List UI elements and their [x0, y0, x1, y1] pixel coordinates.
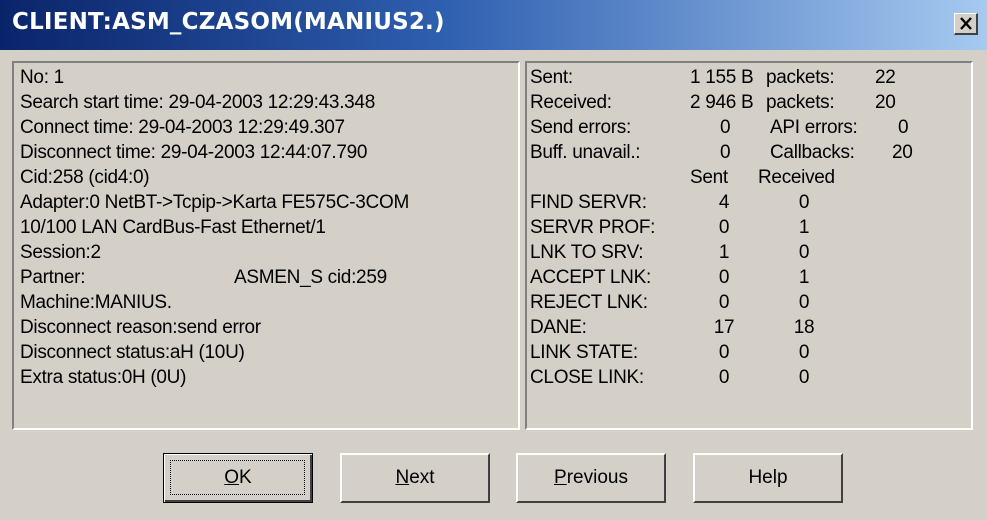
info-search-start-time: Search start time: 29-04-2003 12:29:43.3…: [20, 92, 375, 113]
stat-buff-unavail-label: Buff. unavail.:: [530, 142, 641, 163]
stat-received-label: Received:: [530, 92, 612, 113]
row-sent: 17: [713, 317, 735, 338]
info-extra-status: Extra status:0H (0U): [20, 367, 187, 388]
row-sent: 1: [718, 242, 730, 263]
next-button-label: Next: [395, 467, 435, 488]
window-title: CLIENT:ASM_CZASOM(MANIUS2.): [12, 9, 445, 35]
column-header-sent: Sent: [690, 167, 728, 188]
row-label: ACCEPT LNK:: [530, 267, 651, 288]
info-connect-time: Connect time: 29-04-2003 12:29:49.307: [20, 117, 345, 138]
info-partner-value: ASMEN_S cid:259: [234, 267, 387, 288]
row-label: REJECT LNK:: [530, 292, 648, 313]
info-disconnect-status: Disconnect status:aH (10U): [20, 342, 245, 363]
info-disconnect-reason: Disconnect reason:send error: [20, 317, 261, 338]
close-button[interactable]: [954, 13, 978, 35]
next-button[interactable]: Next: [340, 453, 490, 503]
info-session: Session:2: [20, 242, 101, 263]
row-received: 1: [798, 267, 810, 288]
stat-received-packets: 20: [875, 92, 896, 113]
row-sent: 4: [718, 192, 730, 213]
info-partner-label: Partner:: [20, 267, 86, 288]
info-adapter-cont: 10/100 LAN CardBus-Fast Ethernet/1: [20, 217, 326, 238]
info-disconnect-time: Disconnect time: 29-04-2003 12:44:07.790: [20, 142, 368, 163]
row-label: SERVR PROF:: [530, 217, 656, 238]
row-received: 1: [798, 217, 810, 238]
row-received: 0: [798, 342, 810, 363]
row-sent: 0: [718, 292, 730, 313]
stat-sent-packets: 22: [875, 67, 896, 88]
help-button-label: Help: [748, 467, 788, 488]
row-label: FIND SERVR:: [530, 192, 647, 213]
stat-sent-label: Sent:: [530, 67, 573, 88]
row-received: 18: [793, 317, 815, 338]
stat-sent-value: 1 155 B: [690, 67, 754, 88]
info-cid: Cid:258 (cid4:0): [20, 167, 150, 188]
connection-info-panel: No: 1 Search start time: 29-04-2003 12:2…: [12, 61, 520, 430]
stat-send-errors-label: Send errors:: [530, 117, 631, 138]
row-sent: 0: [718, 267, 730, 288]
row-sent: 0: [718, 342, 730, 363]
info-no: No: 1: [20, 67, 64, 88]
row-received: 0: [798, 242, 810, 263]
previous-button-label: Previous: [554, 467, 628, 488]
row-sent: 0: [718, 217, 730, 238]
ok-button[interactable]: OK: [163, 453, 313, 503]
title-bar[interactable]: CLIENT:ASM_CZASOM(MANIUS2.): [0, 0, 987, 50]
row-received: 0: [798, 192, 810, 213]
row-label: LNK TO SRV:: [530, 242, 644, 263]
stat-send-errors: 0: [720, 117, 731, 138]
row-label: DANE:: [530, 317, 587, 338]
info-machine: Machine:MANIUS.: [20, 292, 172, 313]
column-header-received: Received: [758, 167, 835, 188]
focus-ring: [170, 460, 305, 495]
row-label: LINK STATE:: [530, 342, 638, 363]
row-label: CLOSE LINK:: [530, 367, 644, 388]
stat-api-errors: 0: [898, 117, 909, 138]
row-received: 0: [798, 292, 810, 313]
help-button[interactable]: Help: [693, 453, 843, 503]
stat-buff-unavail: 0: [720, 142, 731, 163]
stat-api-errors-label: API errors:: [770, 117, 858, 138]
stat-received-packets-label: packets:: [766, 92, 835, 113]
stat-received-value: 2 946 B: [690, 92, 754, 113]
statistics-panel: Sent: 1 155 B packets: 22 Received: 2 94…: [525, 61, 973, 430]
dialog-window: CLIENT:ASM_CZASOM(MANIUS2.) No: 1 Search…: [0, 0, 987, 520]
row-sent: 0: [718, 367, 730, 388]
row-received: 0: [798, 367, 810, 388]
stat-callbacks-label: Callbacks:: [770, 142, 855, 163]
previous-button[interactable]: Previous: [516, 453, 666, 503]
stat-callbacks: 20: [892, 142, 913, 163]
close-icon: [959, 17, 972, 30]
stat-sent-packets-label: packets:: [766, 67, 835, 88]
info-adapter: Adapter:0 NetBT->Tcpip->Karta FE575C-3CO…: [20, 192, 409, 213]
